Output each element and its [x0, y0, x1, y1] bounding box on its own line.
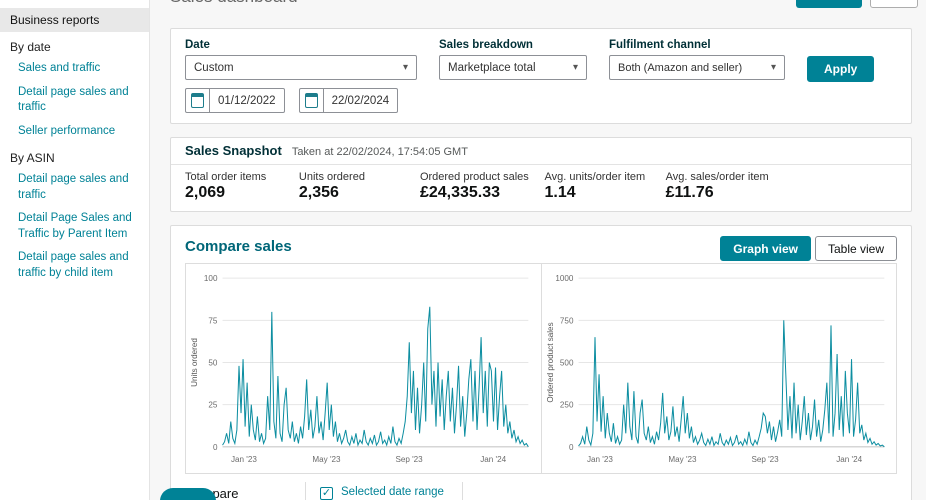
chevron-down-icon: ▾ — [402, 62, 408, 73]
svg-text:Jan '23: Jan '23 — [586, 455, 612, 464]
ordered-product-sales-chart: 0 250 500 750 1000 Jan '23 May '23 Sep '23 Jan '… — [544, 268, 895, 469]
sidebar-section-by-date: By date — [10, 40, 51, 54]
metric-total-order-items: Total order items 2,069 — [185, 171, 267, 201]
page: Business reports By date Sales and traff… — [0, 0, 926, 500]
units-ordered-chart-panel: 0 25 50 75 100 Jan '23 May '23 Sep '23 Jan '24 Un… — [186, 264, 541, 473]
snapshot-metrics: Total order items 2,069 Units ordered 2,… — [171, 165, 911, 211]
ordered-product-sales-chart-panel: 0 250 500 750 1000 Jan '23 May '23 Sep '23 Jan '… — [540, 264, 897, 474]
sidebar-item-detail-page-sales-traffic-asin[interactable]: Detail page sales and traffic — [0, 168, 149, 207]
svg-text:0: 0 — [213, 443, 218, 452]
svg-text:May '23: May '23 — [312, 455, 341, 464]
date-from-value[interactable]: 01/12/2022 — [210, 88, 285, 113]
charts-container: 0 25 50 75 100 Jan '23 May '23 Sep '23 Jan '24 Un… — [185, 263, 897, 475]
clipped-secondary-button[interactable] — [870, 0, 918, 8]
fulfilment-channel-value: Both (Amazon and seller) — [618, 61, 743, 74]
svg-text:Units ordered: Units ordered — [190, 338, 199, 387]
calendar-icon[interactable] — [298, 88, 324, 113]
sidebar-item-seller-performance[interactable]: Seller performance — [0, 120, 149, 144]
calendar-icon[interactable] — [185, 88, 210, 113]
svg-text:Jan '23: Jan '23 — [231, 455, 257, 464]
sales-snapshot-card: Sales Snapshot Taken at 22/02/2024, 17:5… — [170, 137, 912, 212]
svg-text:Jan '24: Jan '24 — [480, 455, 506, 464]
date-inputs-row: 01/12/2022 22/02/2024 — [185, 88, 417, 113]
legend-series-name: Selected date range — [341, 486, 444, 499]
date-to-input[interactable]: 22/02/2024 — [298, 88, 399, 113]
svg-text:100: 100 — [204, 274, 218, 283]
fulfilment-channel-select[interactable]: Both (Amazon and seller) ▾ — [609, 55, 785, 80]
sidebar-item-detail-page-sales-traffic-parent[interactable]: Detail Page Sales and Traffic by Parent … — [0, 207, 149, 246]
svg-text:Sep '23: Sep '23 — [751, 455, 779, 464]
compare-legend-row: Compare What's this ✓ Selected date rang… — [185, 482, 897, 500]
selected-date-range-legend: ✓ Selected date range 2,356 Units £24,33… — [305, 482, 463, 500]
svg-text:Jan '24: Jan '24 — [836, 455, 862, 464]
view-toggle: Graph view Table view — [720, 236, 897, 261]
metric-units-ordered: Units ordered 2,356 — [298, 171, 365, 201]
chevron-down-icon: ▾ — [572, 62, 578, 73]
selected-date-range-checkbox[interactable]: ✓ — [320, 487, 333, 500]
date-range-value: Custom — [194, 61, 234, 74]
sidebar: Business reports By date Sales and traff… — [0, 0, 150, 500]
svg-text:750: 750 — [559, 316, 573, 325]
sales-breakdown-field: Sales breakdown Marketplace total ▾ — [439, 39, 587, 80]
compare-sales-card: Compare sales Graph view Table view 0 25 5… — [170, 225, 912, 500]
fulfilment-channel-label: Fulfilment channel — [609, 39, 711, 51]
sidebar-item-detail-page-sales-traffic-child[interactable]: Detail page sales and traffic by child i… — [0, 246, 149, 285]
svg-text:25: 25 — [208, 401, 218, 410]
sidebar-item-detail-page-sales-traffic-date[interactable]: Detail page sales and traffic — [0, 81, 149, 120]
clipped-bottom-button[interactable] — [160, 488, 216, 500]
svg-text:50: 50 — [208, 359, 218, 368]
svg-text:Ordered product sales: Ordered product sales — [546, 322, 555, 402]
sales-snapshot-title: Sales Snapshot — [185, 143, 282, 158]
svg-text:500: 500 — [559, 359, 573, 368]
units-ordered-chart: 0 25 50 75 100 Jan '23 May '23 Sep '23 Jan '24 Un… — [188, 268, 539, 469]
table-view-button[interactable]: Table view — [814, 236, 897, 261]
clipped-primary-button[interactable] — [796, 0, 862, 8]
page-title-clipped: Sales dashboard — [170, 0, 298, 7]
sidebar-section-by-asin: By ASIN — [10, 151, 55, 166]
metric-avg-units-order-item: Avg. units/order item 1.14 — [544, 171, 646, 201]
date-field: Date Custom ▾ 01/12/2022 22/02/2024 — [185, 39, 417, 113]
date-label: Date — [185, 39, 210, 51]
metric-avg-sales-order-item: Avg. sales/order item £11.76 — [665, 171, 769, 201]
main-content: Sales dashboard Date Custom ▾ 01/12/2022 — [150, 0, 926, 500]
graph-view-button[interactable]: Graph view — [720, 236, 811, 261]
metric-ordered-product-sales: Ordered product sales £24,335.33 — [419, 171, 529, 201]
svg-text:250: 250 — [559, 401, 573, 410]
chevron-down-icon: ▾ — [770, 62, 776, 73]
sales-breakdown-value: Marketplace total — [448, 61, 536, 74]
apply-button[interactable]: Apply — [807, 56, 875, 82]
svg-text:75: 75 — [208, 316, 218, 325]
date-from-input[interactable]: 01/12/2022 — [185, 88, 285, 113]
sales-breakdown-select[interactable]: Marketplace total ▾ — [439, 55, 587, 80]
filters-card: Date Custom ▾ 01/12/2022 22/02/2024 Sale… — [170, 28, 912, 124]
date-to-value[interactable]: 22/02/2024 — [323, 88, 399, 113]
fulfilment-channel-field: Fulfilment channel Both (Amazon and sell… — [609, 39, 785, 80]
sales-breakdown-label: Sales breakdown — [439, 39, 533, 51]
svg-text:1000: 1000 — [555, 274, 574, 283]
svg-text:May '23: May '23 — [668, 455, 697, 464]
date-range-select[interactable]: Custom ▾ — [185, 55, 417, 80]
sidebar-item-sales-and-traffic[interactable]: Sales and traffic — [0, 57, 149, 81]
snapshot-timestamp: Taken at 22/02/2024, 17:54:05 GMT — [291, 146, 468, 158]
svg-text:0: 0 — [568, 443, 573, 452]
svg-text:Sep '23: Sep '23 — [395, 455, 423, 464]
sidebar-item-business-reports[interactable]: Business reports — [0, 8, 149, 32]
